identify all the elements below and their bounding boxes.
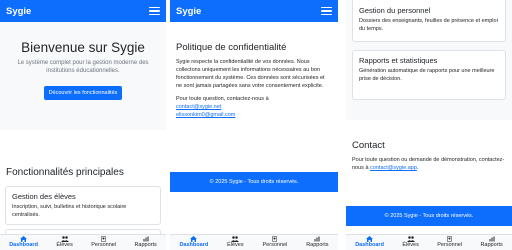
menu-toggle-icon[interactable] [149,7,160,15]
feature-card-title: Gestion des élèves [12,192,76,201]
phone-screen-home: Sygie Bienvenue sur Sygie Le système com… [0,0,166,250]
bottom-nav-label: Dashboard [179,242,209,249]
privacy-contact: Pour toute question, contactez-nous à co… [176,96,332,120]
feature-card-personnel: Gestion du personnel Dossiers des enseig… [352,0,506,42]
footer: © 2025 Sygie - Tous droits réservés. [170,172,338,192]
contact-text: Pour toute question ou demande de démons… [352,157,505,171]
navbar: Sygie [170,0,338,22]
privacy-body: Sygie respecte la confidentialité de vos… [176,59,325,89]
feature-card-reports: Rapports et statistiques Génération auto… [352,50,506,100]
bottom-nav-reports[interactable]: Rapports [480,236,503,249]
bottom-nav-reports[interactable]: Rapports [134,236,157,249]
bottom-nav: Dashboard Élèves Personnel Rapports [170,234,338,250]
bottom-nav-personnel[interactable]: Personnel [437,236,462,249]
email-link-contact[interactable]: contact@sygie.net [176,104,221,110]
hero-subtitle: Le système complet pour la gestion moder… [17,60,149,75]
brand-logo[interactable]: Sygie [176,6,201,17]
features-continued: Gestion du personnel Dossiers des enseig… [346,0,512,120]
bottom-nav-label: Élèves [227,242,244,249]
feature-card-title: Gestion du personnel [359,6,431,15]
bottom-nav-label: Personnel [91,242,117,249]
bottom-nav-students[interactable]: Élèves [402,236,419,249]
bottom-nav-label: Dashboard [355,242,384,249]
feature-card-title: Rapports et statistiques [359,56,438,65]
bottom-nav-dashboard[interactable]: Dashboard [355,236,384,249]
bottom-nav-label: Rapports [134,242,157,249]
bottom-nav-personnel[interactable]: Personnel [262,236,288,249]
contact-title: Contact [352,140,385,151]
footer: © 2025 Sygie - Tous droits réservés. [346,206,512,226]
privacy-section: Politique de confidentialité Sygie respe… [170,22,338,120]
hero-section: Bienvenue sur Sygie Le système complet p… [0,22,166,130]
feature-card-text: Inscription, suivi, bulletins et histori… [12,204,127,218]
feature-card-text: Génération automatique de rapports pour … [359,68,495,82]
bottom-nav-dashboard[interactable]: Dashboard [9,236,38,249]
bottom-nav-label: Élèves [402,242,419,249]
bottom-nav-students[interactable]: Élèves [56,236,73,249]
bottom-nav-label: Élèves [56,242,73,249]
hero-title: Bienvenue sur Sygie [21,40,145,55]
bottom-nav-reports[interactable]: Rapports [306,236,329,249]
features-title: Fonctionnalités principales [6,167,124,178]
phone-screen-privacy: Sygie Politique de confidentialité Sygie… [170,0,338,250]
bottom-nav-label: Dashboard [9,242,38,249]
contact-section: Contact Pour toute question ou demande d… [346,120,512,173]
privacy-title: Politique de confidentialité [176,42,287,53]
bottom-nav-students[interactable]: Élèves [227,236,244,249]
email-link-contact[interactable]: contact@sygie.app [370,165,417,171]
bottom-nav-label: Personnel [437,242,463,249]
bottom-nav-label: Personnel [262,242,288,249]
feature-card-students: Gestion des élèves Inscription, suivi, b… [5,186,161,226]
email-link-personal[interactable]: elissonkim0@gmail.com [176,112,235,118]
privacy-contact-intro: Pour toute question, contactez-nous à [176,95,269,102]
bottom-nav-personnel[interactable]: Personnel [91,236,116,249]
bottom-nav: Dashboard Élèves Personnel Rapports [0,234,166,250]
bottom-nav-dashboard[interactable]: Dashboard [179,236,208,249]
discover-features-button[interactable]: Découvrir les fonctionnalités [43,86,123,101]
bottom-nav-label: Rapports [480,242,503,249]
menu-toggle-icon[interactable] [321,7,332,15]
brand-logo[interactable]: Sygie [6,6,31,17]
navbar: Sygie [0,0,166,22]
phone-screen-features-contact: Gestion du personnel Dossiers des enseig… [346,0,512,250]
feature-card-text: Dossiers des enseignants, feuilles de pr… [359,18,498,32]
bottom-nav: Dashboard Élèves Personnel Rapports [346,234,512,250]
bottom-nav-label: Rapports [306,242,329,249]
